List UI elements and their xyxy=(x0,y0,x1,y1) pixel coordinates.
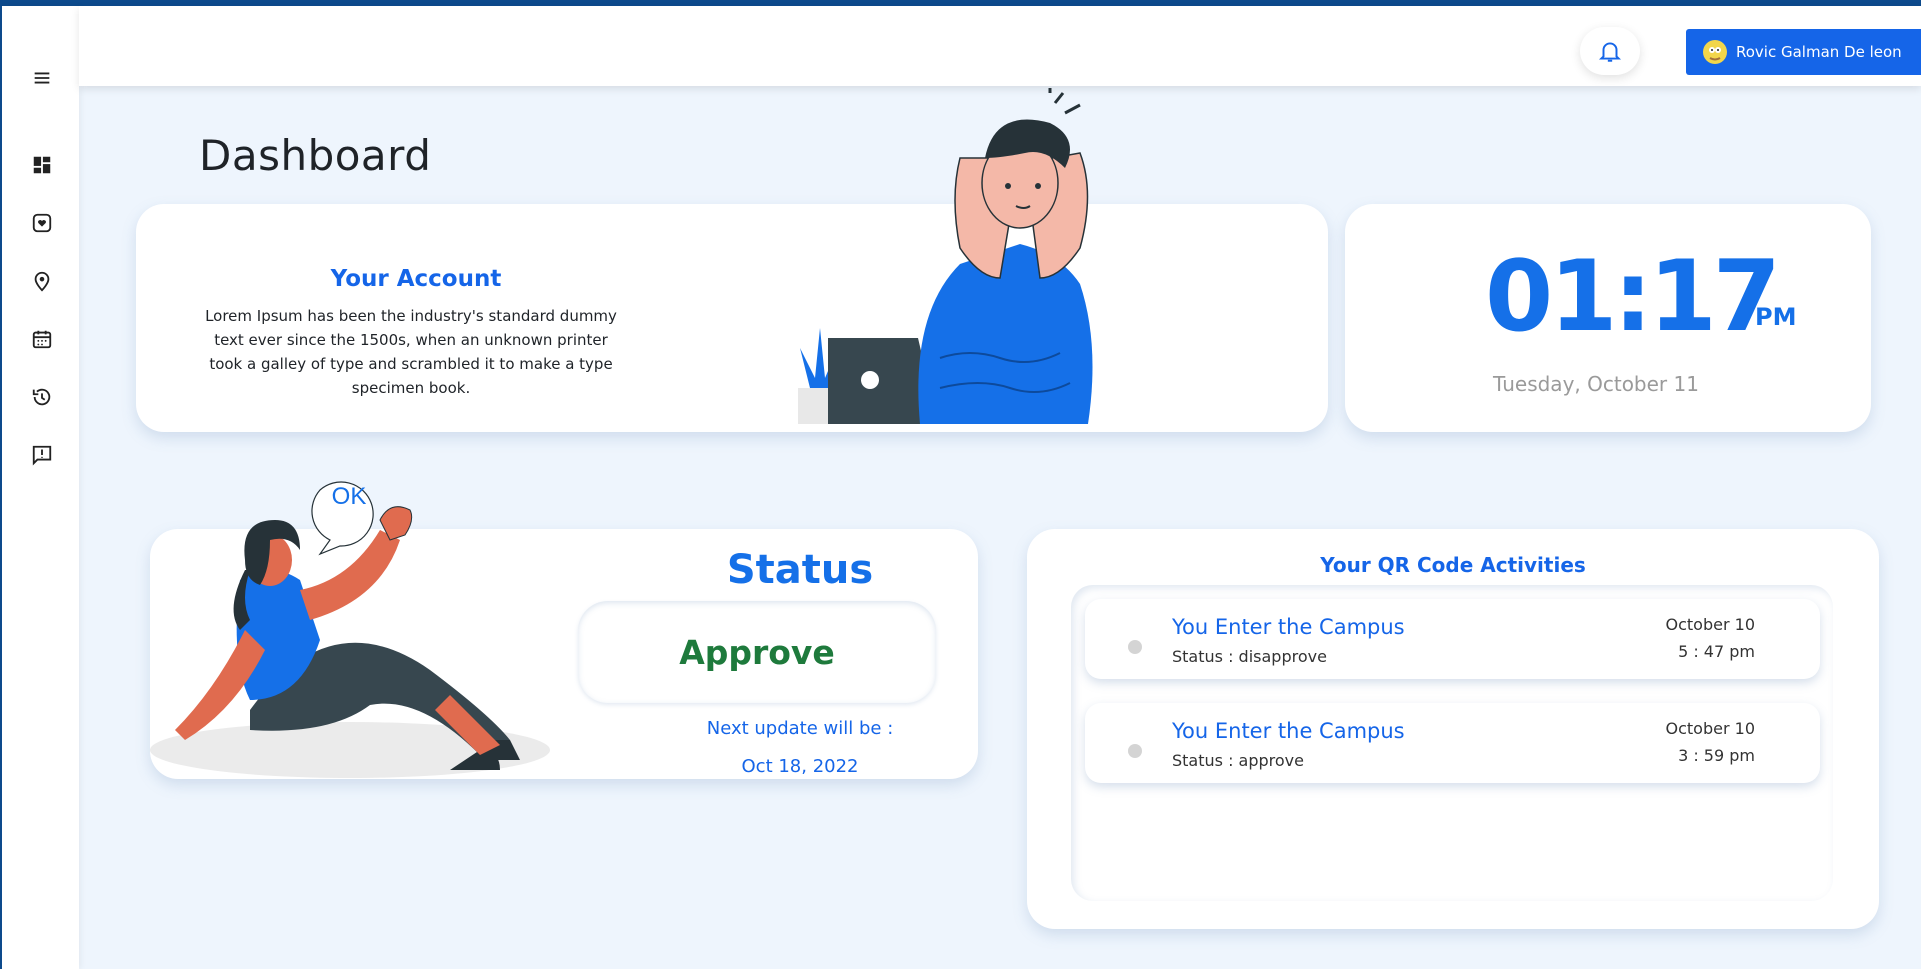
list-item[interactable]: You Enter the Campus Status : disapprove… xyxy=(1085,599,1820,679)
list-item[interactable]: You Enter the Campus Status : approve Oc… xyxy=(1085,703,1820,783)
clock-card: 01:17 PM Tuesday, October 11 xyxy=(1345,204,1871,432)
qr-activities-card: Your QR Code Activities You Enter the Ca… xyxy=(1027,529,1879,929)
menu-icon[interactable] xyxy=(28,64,56,92)
avatar xyxy=(1703,40,1727,64)
next-update-date: Oct 18, 2022 xyxy=(741,756,859,777)
qr-activities-list[interactable]: You Enter the Campus Status : disapprove… xyxy=(1071,585,1833,901)
next-update-label: Next update will be : xyxy=(706,718,894,739)
account-description: Lorem Ipsum has been the industry's stan… xyxy=(205,307,617,397)
activity-date: October 10 xyxy=(1665,615,1755,634)
clock-date: Tuesday, October 11 xyxy=(1493,372,1699,396)
status-value-box: Approve xyxy=(578,601,936,703)
activity-status: Status : approve xyxy=(1172,751,1304,770)
top-navbar: Rovic Galman De leon ▼ xyxy=(79,6,1921,86)
status-title: Status xyxy=(726,547,874,593)
status-value: Approve xyxy=(679,632,835,672)
activity-title: You Enter the Campus xyxy=(1172,615,1405,639)
ok-bubble-text: OK xyxy=(332,483,367,510)
dashboard-icon[interactable] xyxy=(28,151,56,179)
user-menu-button[interactable]: Rovic Galman De leon ▼ xyxy=(1686,29,1921,75)
thumbs-up-woman-illustration: OK xyxy=(150,481,550,778)
account-title: Your Account xyxy=(330,266,502,292)
activity-title: You Enter the Campus xyxy=(1172,719,1405,743)
calendar-icon[interactable] xyxy=(28,325,56,353)
history-icon[interactable] xyxy=(28,383,56,411)
qr-activities-title: Your QR Code Activities xyxy=(1320,553,1586,577)
activity-time: 3 : 59 pm xyxy=(1678,746,1755,765)
clock-ampm: PM xyxy=(1755,303,1797,331)
sidebar xyxy=(0,6,79,969)
activity-time: 5 : 47 pm xyxy=(1678,642,1755,661)
activity-date: October 10 xyxy=(1665,719,1755,738)
activity-status: Status : disapprove xyxy=(1172,647,1327,666)
status-dot-icon xyxy=(1128,744,1142,758)
health-icon[interactable] xyxy=(28,209,56,237)
clock-time: 01:17 xyxy=(1485,240,1781,354)
page-title: Dashboard xyxy=(199,131,432,180)
location-icon[interactable] xyxy=(28,267,56,295)
notification-bell-icon[interactable] xyxy=(1580,27,1640,75)
worried-person-illustration xyxy=(798,88,1093,424)
user-name: Rovic Galman De leon xyxy=(1736,43,1902,61)
status-dot-icon xyxy=(1128,640,1142,654)
feedback-icon[interactable] xyxy=(28,441,56,469)
